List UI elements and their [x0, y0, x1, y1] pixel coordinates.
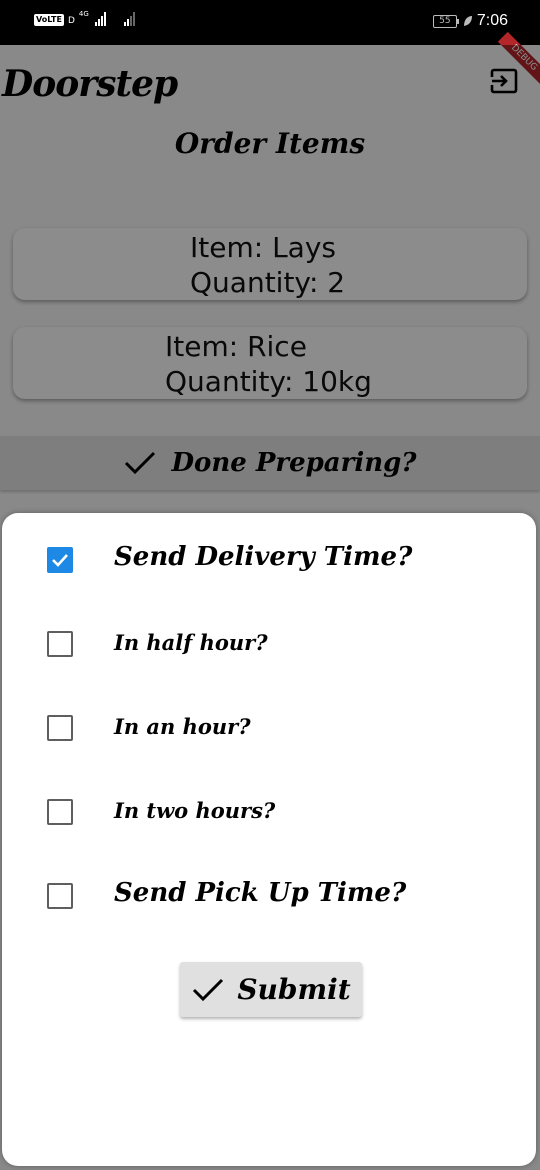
signal-bars-icon: [123, 12, 135, 26]
volte-badge: VoLTE: [34, 14, 64, 26]
submit-button[interactable]: Submit: [180, 962, 362, 1017]
clock: 7:06: [476, 12, 508, 29]
option-label: In half hour?: [114, 630, 268, 655]
delivery-time-sheet: Send Delivery Time? In half hour? In an …: [2, 513, 536, 1166]
option-half-hour[interactable]: In half hour?: [2, 614, 536, 674]
option-send-delivery-time[interactable]: Send Delivery Time?: [2, 530, 536, 590]
checkbox[interactable]: [47, 631, 73, 657]
checkbox[interactable]: [47, 883, 73, 909]
submit-label: Submit: [237, 973, 351, 1006]
status-left: VoLTE D 4G: [34, 10, 135, 26]
status-bar: VoLTE D 4G 55 7:06: [0, 0, 540, 45]
option-label: In an hour?: [114, 714, 251, 739]
checkbox[interactable]: [47, 547, 73, 573]
option-label: In two hours?: [114, 798, 276, 823]
option-label: Send Pick Up Time?: [114, 878, 407, 908]
sim-indicator: D: [67, 16, 75, 26]
check-icon: [193, 978, 224, 1001]
status-right: 55 7:06: [432, 12, 508, 30]
leaf-icon: [463, 16, 472, 26]
option-label: Send Delivery Time?: [114, 542, 413, 572]
checkbox[interactable]: [47, 715, 73, 741]
battery-level: 55: [432, 14, 457, 28]
option-two-hours[interactable]: In two hours?: [2, 782, 536, 842]
option-an-hour[interactable]: In an hour?: [2, 698, 536, 758]
checkbox[interactable]: [47, 799, 73, 825]
network-type: 4G: [78, 10, 89, 18]
signal-bars-icon: [94, 12, 106, 26]
option-send-pickup-time[interactable]: Send Pick Up Time?: [2, 866, 536, 926]
battery-icon: 55: [432, 14, 459, 28]
checkmark-icon: [52, 554, 68, 567]
